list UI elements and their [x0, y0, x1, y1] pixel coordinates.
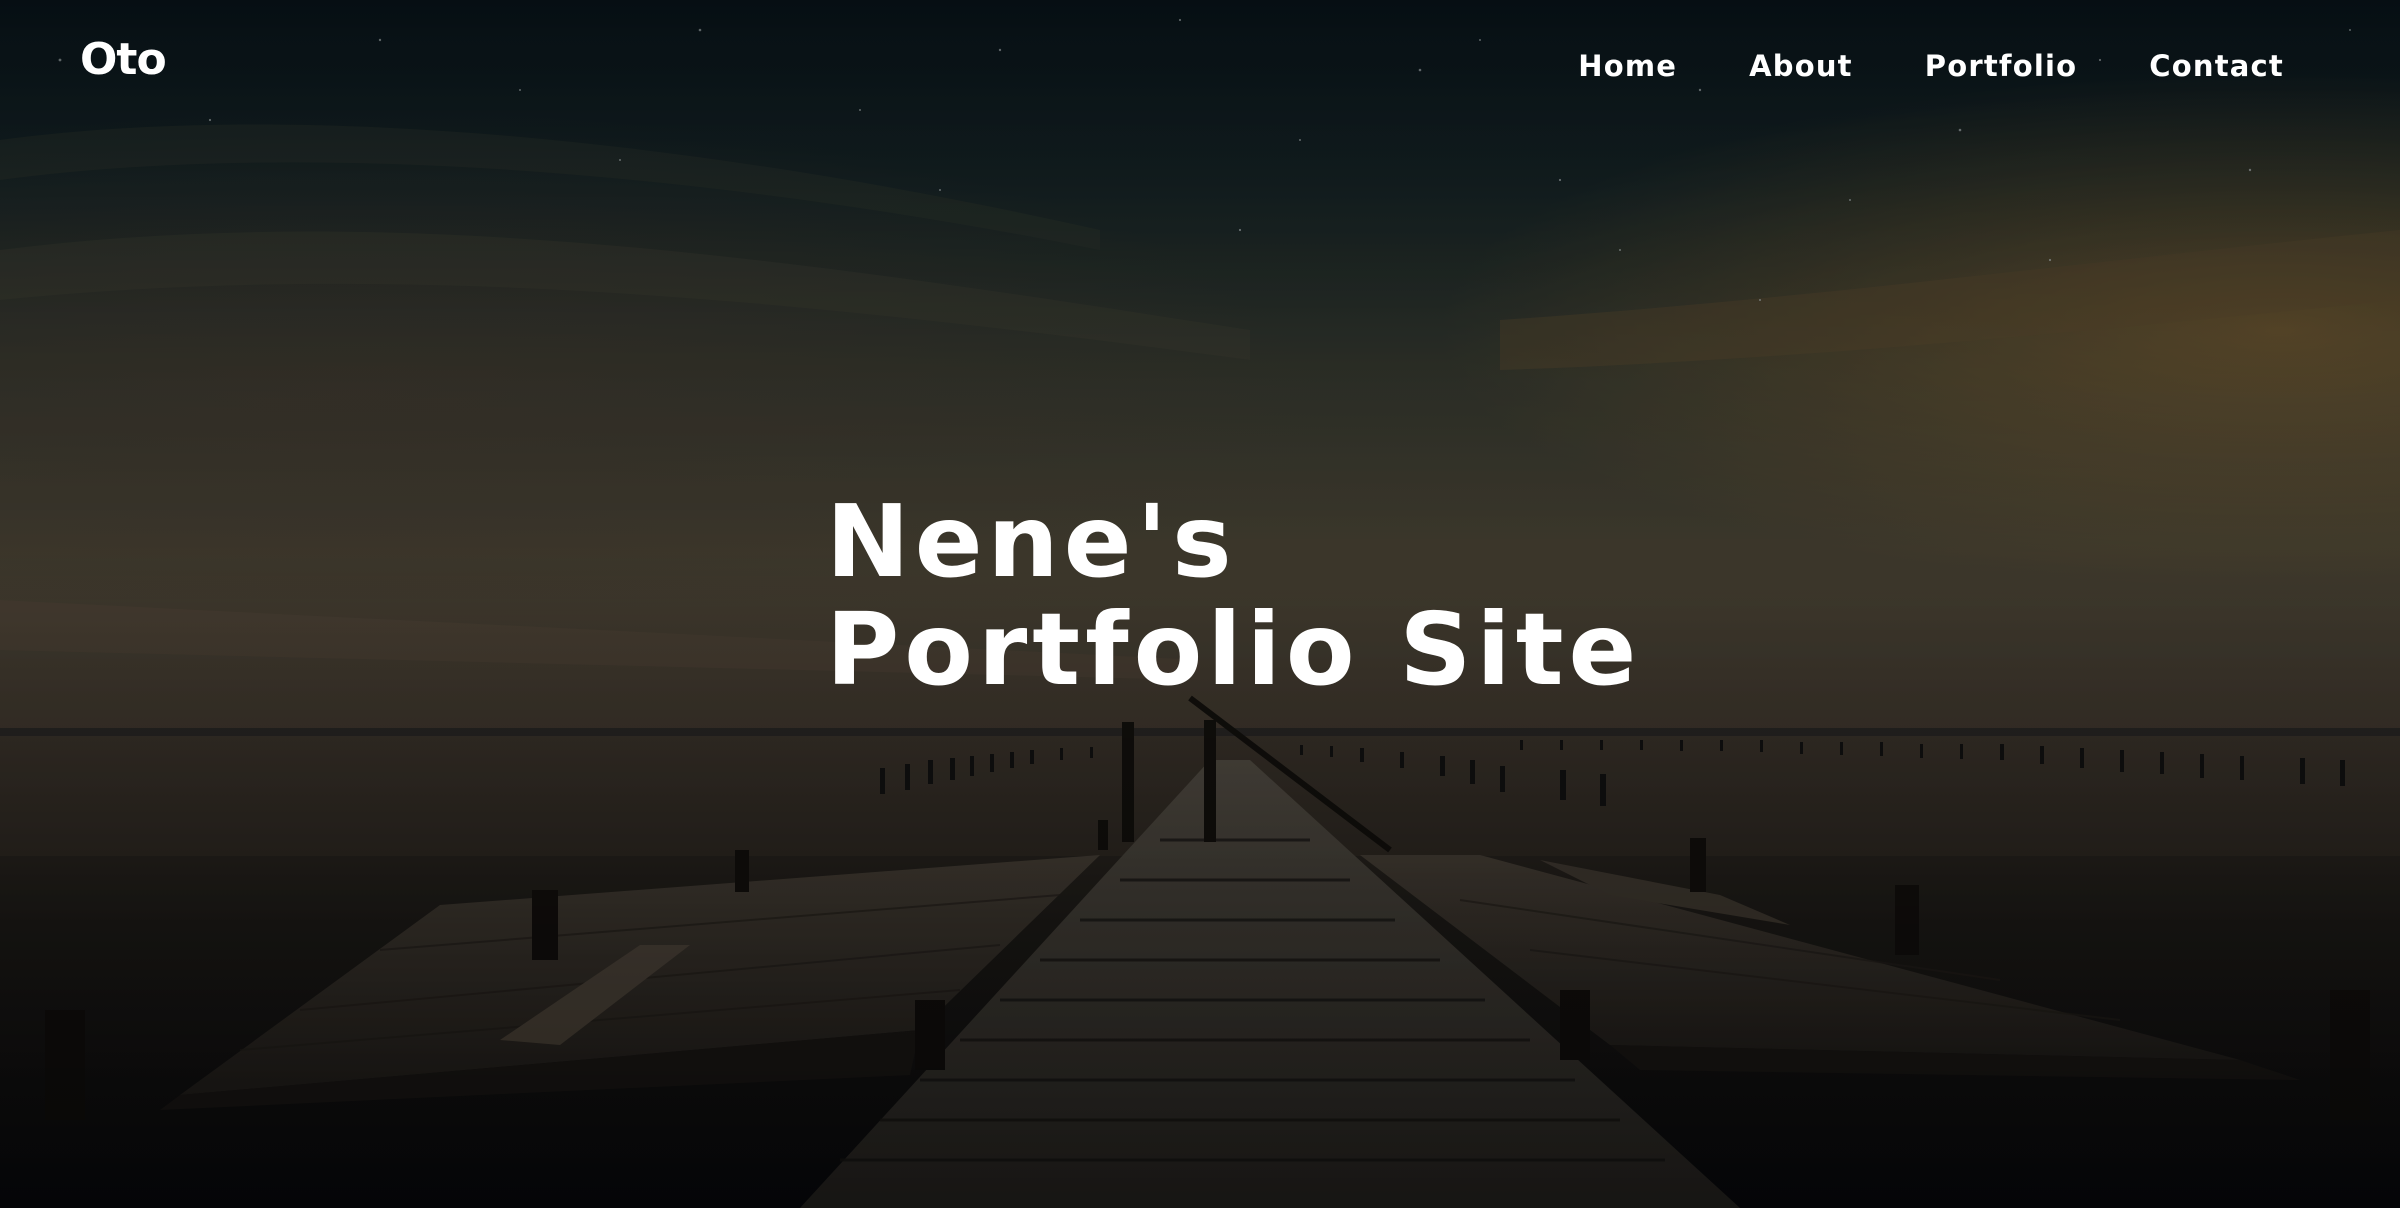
site-header: Oto Home About Portfolio Contact [0, 0, 2400, 140]
main-nav: Home About Portfolio Contact [1578, 52, 2284, 81]
hero-title-line-1: Nene's [826, 483, 1237, 600]
nav-link-contact[interactable]: Contact [2149, 52, 2284, 81]
hero-section: Oto Home About Portfolio Contact Nene's … [0, 0, 2400, 1208]
nav-link-home[interactable]: Home [1578, 52, 1677, 81]
hero-title: Nene's Portfolio Site [826, 488, 1641, 704]
nav-link-about[interactable]: About [1749, 52, 1853, 81]
hero-title-line-2: Portfolio Site [826, 591, 1642, 708]
nav-link-portfolio[interactable]: Portfolio [1925, 52, 2078, 81]
site-logo[interactable]: Oto [80, 38, 167, 82]
